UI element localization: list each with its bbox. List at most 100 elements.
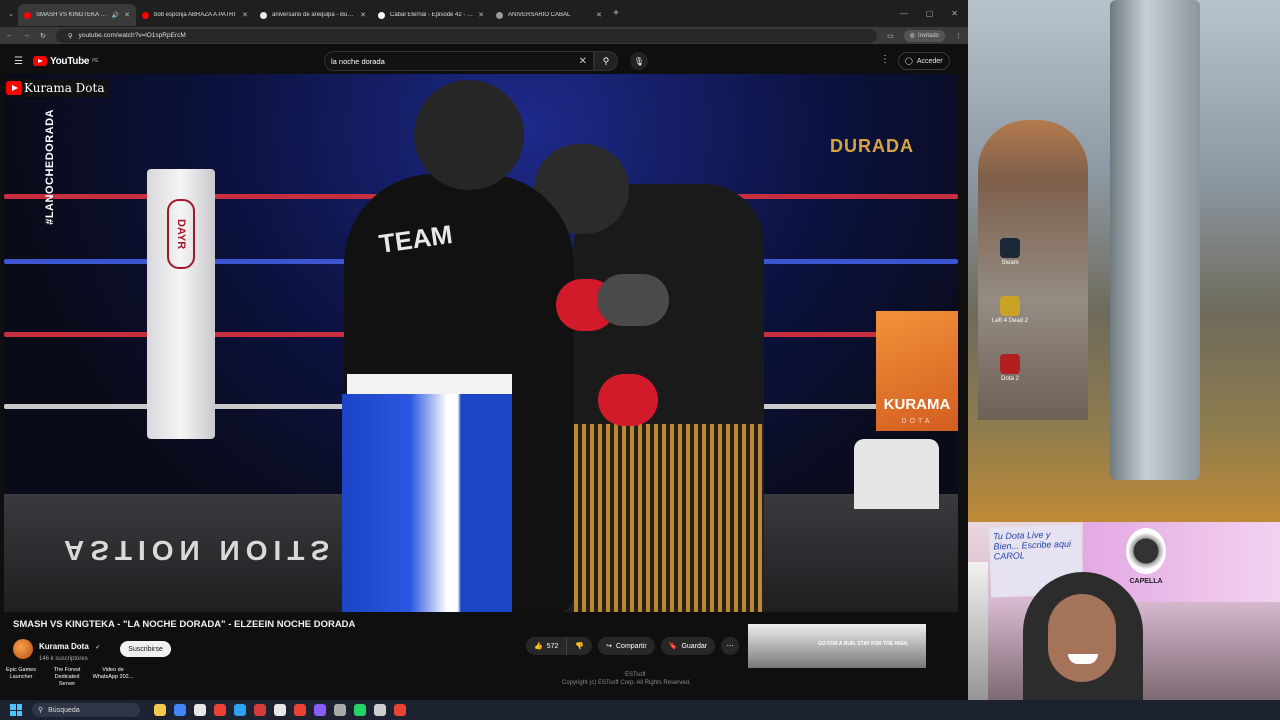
youtube-play-icon (6, 81, 22, 95)
clear-search-icon[interactable]: ✕ (579, 56, 587, 67)
dislike-button[interactable]: 👎 (567, 642, 592, 650)
youtube-logo[interactable]: YouTube PE (32, 56, 99, 67)
webcam-overlay: CAPELLA Tu Dota Live y Bien... Escribe a… (928, 522, 1280, 720)
channel-avatar[interactable] (13, 639, 33, 659)
taskbar: ⚲ Búsqueda (0, 700, 1280, 720)
tab-2[interactable]: aniversario de arequipa - Busca ✕ (254, 4, 372, 26)
desktop-icon-dota2[interactable]: Dota 2 (980, 354, 1040, 382)
close-window-icon[interactable]: ✕ (951, 9, 958, 18)
fighter-left-pants (342, 394, 512, 612)
taskbar-app-icon[interactable] (154, 704, 166, 716)
streamer-face (1048, 594, 1116, 682)
copyright-text: Copyright (c) ESTsoft Corp. All Rights R… (562, 680, 691, 686)
close-icon[interactable]: ✕ (596, 11, 602, 19)
video-title: SMASH VS KINGTEKA - "LA NOCHE DORADA" - … (13, 619, 356, 630)
fighter-left-helmet (414, 80, 524, 190)
close-icon[interactable]: ✕ (124, 11, 130, 19)
desktop-bottom-icons: Epic Games Launcher The Forest Dedicated… (0, 667, 134, 688)
wallpaper-tower (1110, 0, 1200, 480)
taskbar-app-icon[interactable] (274, 704, 286, 716)
youtube-header: ☰ YouTube PE la noche dorada ✕ ⚲ 🎙 ⋮ ◯ A… (0, 48, 968, 74)
desktop-icon-the-forest[interactable]: The Forest Dedicated Server (46, 667, 88, 688)
sponsor-logo: DURADA (830, 136, 914, 156)
verified-icon: ✔ (95, 645, 101, 651)
boxing-glove (598, 374, 658, 426)
ring-mat-text: ASTION NOITS (64, 535, 336, 566)
subscribe-button[interactable]: Suscribirse (120, 641, 171, 657)
steam-icon (1000, 238, 1020, 258)
close-icon[interactable]: ✕ (360, 11, 366, 19)
forward-icon[interactable]: → (23, 32, 30, 39)
tab-4[interactable]: ANIVERSARIO CABAL ✕ (490, 4, 608, 26)
channel-name[interactable]: Kurama Dota (39, 642, 89, 651)
fighter-right-fringe (574, 424, 764, 612)
back-icon[interactable]: ← (6, 32, 13, 39)
microphone-icon: 🎙 (633, 56, 645, 66)
search-icon: ⚲ (602, 55, 610, 66)
desktop-icon-label: Left 4 Dead 2 (991, 318, 1029, 324)
taskbar-search[interactable]: ⚲ Búsqueda (32, 703, 140, 717)
reload-icon[interactable]: ↻ (40, 32, 46, 40)
audio-icon[interactable]: 🔊 (112, 12, 119, 19)
taskbar-app-icon[interactable] (174, 704, 186, 716)
sign-in-button[interactable]: ◯ Acceder (898, 52, 950, 70)
tab-1[interactable]: bob esponja ABRAZA A PATRI ✕ (136, 4, 254, 26)
taskbar-app-icon[interactable] (194, 704, 206, 716)
chair (854, 439, 939, 509)
desktop-icon-label: Dota 2 (1001, 376, 1019, 382)
browser-window: ⌄ SMASH VS KINGTEKA - "LA 🔊 ✕ bob esponj… (0, 0, 968, 700)
taskbar-app-icon[interactable] (254, 704, 266, 716)
site-info-icon[interactable]: ⚲ (68, 32, 73, 40)
footer-tag: ESTsoft (625, 672, 646, 678)
omnibox-bar: ← → ↻ ⚲ youtube.com/watch?v=lO1spRpErcM … (0, 27, 968, 44)
search-input[interactable]: la noche dorada ✕ (324, 51, 594, 71)
tab-search-icon[interactable]: ⌄ (4, 10, 18, 18)
taskbar-app-icon[interactable] (374, 704, 386, 716)
tab-3[interactable]: Cabal Eternal - Episode 42 - Fu ✕ (372, 4, 490, 26)
video-player[interactable]: ASTION NOITS DAYR TEAM Kurama Dota #LANO… (4, 74, 958, 612)
guest-icon: ◍ (909, 33, 915, 39)
more-actions-button[interactable]: ⋯ (721, 637, 740, 655)
profile-button[interactable]: ◍ Invitado (903, 29, 945, 42)
address-bar[interactable]: ⚲ youtube.com/watch?v=lO1spRpErcM (55, 28, 878, 43)
kurama-dota-logo: KURAMA DOTA (876, 311, 958, 431)
taskbar-app-icon[interactable] (294, 704, 306, 716)
cast-icon[interactable]: ▭ (887, 32, 894, 40)
hamburger-menu-icon[interactable]: ☰ (14, 56, 23, 67)
search-button[interactable]: ⚲ (594, 51, 618, 71)
taskbar-app-icon[interactable] (214, 704, 226, 716)
desktop-icon-steam[interactable]: Steam (980, 238, 1040, 266)
close-icon[interactable]: ✕ (478, 11, 484, 19)
maximize-icon[interactable]: ▢ (926, 9, 934, 18)
capella-emblem-icon (1126, 528, 1166, 574)
taskbar-app-icon[interactable] (334, 704, 346, 716)
menu-icon[interactable]: ⋮ (955, 32, 962, 40)
taskbar-app-icon[interactable] (234, 704, 246, 716)
minimize-icon[interactable]: — (900, 9, 908, 18)
close-icon[interactable]: ✕ (242, 11, 248, 19)
voice-search-button[interactable]: 🎙 (630, 52, 648, 70)
youtube-favicon-icon (24, 11, 31, 19)
desktop-icon-left4dead2[interactable]: Left 4 Dead 2 (980, 296, 1040, 324)
window-controls: — ▢ ✕ (900, 9, 968, 18)
screen: Steam Left 4 Dead 2 Dota 2 CAPELLA Tu Do… (0, 0, 1280, 720)
channel-watermark: Kurama Dota (4, 79, 109, 97)
share-button[interactable]: ↪ Compartir (598, 637, 655, 655)
tab-0[interactable]: SMASH VS KINGTEKA - "LA 🔊 ✕ (18, 4, 136, 26)
post-logo: DAYR (167, 199, 195, 269)
taskbar-app-icon[interactable] (394, 704, 406, 716)
taskbar-apps (154, 704, 406, 716)
taskbar-app-icon[interactable] (314, 704, 326, 716)
new-tab-button[interactable]: + (608, 8, 624, 19)
youtube-play-icon (32, 56, 47, 66)
google-favicon-icon (260, 11, 267, 19)
desktop-icon-whatsapp-video[interactable]: Video de WhatsApp 202... (92, 667, 134, 688)
settings-menu-icon[interactable]: ⋮ (880, 54, 890, 65)
save-button[interactable]: 🔖 Guardar (660, 637, 716, 655)
tab-strip: ⌄ SMASH VS KINGTEKA - "LA 🔊 ✕ bob esponj… (0, 0, 968, 27)
like-button[interactable]: 👍 572 (526, 637, 568, 655)
taskbar-app-icon[interactable] (354, 704, 366, 716)
ad-thumbnail[interactable]: GO FOR A RUN. STAY FOR THE HIGH. (748, 624, 926, 668)
desktop-icon-epic-games[interactable]: Epic Games Launcher (0, 667, 42, 688)
windows-start-icon[interactable] (10, 704, 22, 716)
